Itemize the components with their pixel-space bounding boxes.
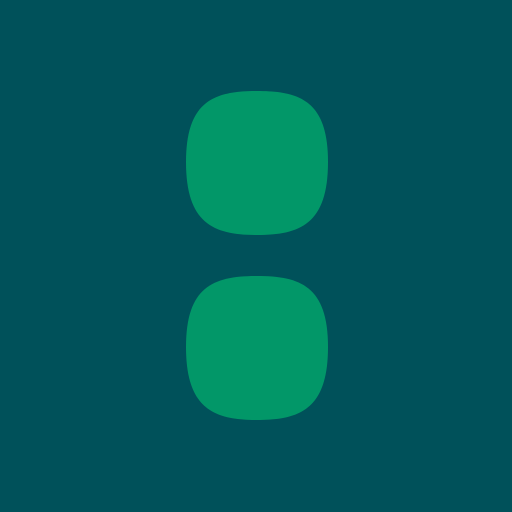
top-rounded-square xyxy=(186,91,328,235)
colon-mark-graphic xyxy=(186,91,328,420)
app-icon-canvas xyxy=(0,0,512,512)
bottom-rounded-square xyxy=(186,276,328,420)
